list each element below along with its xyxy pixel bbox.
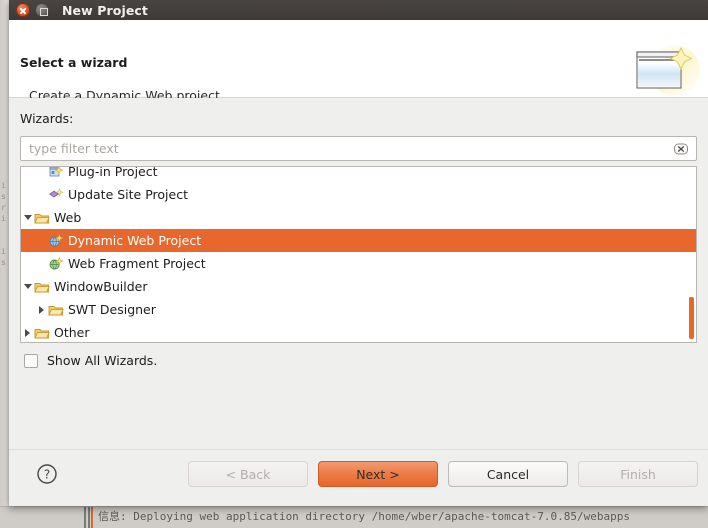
show-all-wizards-label: Show All Wizards.: [47, 353, 158, 368]
new-project-dialog: New Project Select a wizard Create a Dyn…: [9, 0, 708, 506]
folder-icon: [48, 302, 64, 318]
chevron-down-icon[interactable]: [21, 206, 34, 229]
background-console-gutter: [84, 507, 93, 528]
tree-row-label: Plug-in Project: [68, 166, 158, 179]
tree-row-label: Dynamic Web Project: [68, 232, 202, 248]
tree-row-label: Other: [54, 324, 90, 340]
wizards-tree[interactable]: Plug-in Project Update Site Project Web Dyn…: [20, 166, 697, 343]
background-console-line: 信息: Deploying web application directory …: [98, 510, 630, 523]
dialog-body: Wizards: Plug-in Project Update Site Proj…: [9, 98, 708, 449]
page-title: Select a wizard: [20, 55, 128, 70]
clear-filter-icon[interactable]: [673, 141, 689, 157]
tree-vertical-scrollbar[interactable]: [689, 297, 694, 339]
tree-row[interactable]: Web: [21, 206, 696, 229]
next-button[interactable]: Next >: [318, 461, 438, 487]
folder-icon: [34, 210, 50, 226]
plugin-project-icon: [48, 167, 64, 180]
dialog-title: New Project: [62, 2, 148, 18]
tree-row-label: Update Site Project: [68, 186, 188, 202]
wizard-page-sparkle-icon: [636, 45, 700, 95]
tree-row[interactable]: Web Fragment Project: [21, 252, 696, 275]
dialog-button-row: < Back Next > Cancel Finish: [188, 461, 698, 487]
show-all-wizards-checkbox[interactable]: [24, 353, 38, 368]
wizards-tree-rows: Plug-in Project Update Site Project Web Dyn…: [21, 166, 696, 342]
close-icon[interactable]: [16, 3, 30, 17]
wizards-label: Wizards:: [20, 111, 74, 126]
dynamic-web-project-icon: [48, 233, 64, 249]
dialog-titlebar: New Project: [9, 0, 708, 20]
help-icon[interactable]: ?: [36, 463, 58, 485]
screen: i s r i i s 信息: Deploying web applicatio…: [0, 0, 708, 528]
dialog-header: Select a wizard Create a Dynamic Web pro…: [9, 20, 708, 103]
cancel-button[interactable]: Cancel: [448, 461, 568, 487]
chevron-right-icon[interactable]: [21, 321, 34, 342]
tree-row-selected[interactable]: Dynamic Web Project: [21, 229, 696, 252]
filter-field-wrap: [20, 136, 697, 161]
search-input[interactable]: [27, 137, 673, 160]
show-all-wizards-row[interactable]: Show All Wizards.: [24, 353, 157, 368]
back-button: < Back: [188, 461, 308, 487]
chevron-right-icon[interactable]: [35, 298, 48, 321]
tree-row-label: WindowBuilder: [54, 278, 148, 294]
tree-row[interactable]: Other: [21, 321, 696, 342]
update-site-project-icon: [48, 187, 64, 203]
tree-row[interactable]: Plug-in Project: [21, 166, 696, 183]
tree-row[interactable]: Update Site Project: [21, 183, 696, 206]
tree-row-label: SWT Designer: [68, 301, 156, 317]
tree-row[interactable]: SWT Designer: [21, 298, 696, 321]
tree-row-label: Web Fragment Project: [68, 255, 206, 271]
maximize-icon[interactable]: [35, 3, 49, 17]
tree-row[interactable]: WindowBuilder: [21, 275, 696, 298]
tree-row-label: Web: [54, 209, 82, 225]
folder-icon: [34, 325, 50, 341]
finish-button: Finish: [578, 461, 698, 487]
chevron-down-icon[interactable]: [21, 275, 34, 298]
dialog-footer: ? < Back Next > Cancel Finish: [9, 449, 708, 505]
web-fragment-project-icon: [48, 256, 64, 272]
svg-text:?: ?: [44, 468, 50, 482]
folder-icon: [34, 279, 50, 295]
